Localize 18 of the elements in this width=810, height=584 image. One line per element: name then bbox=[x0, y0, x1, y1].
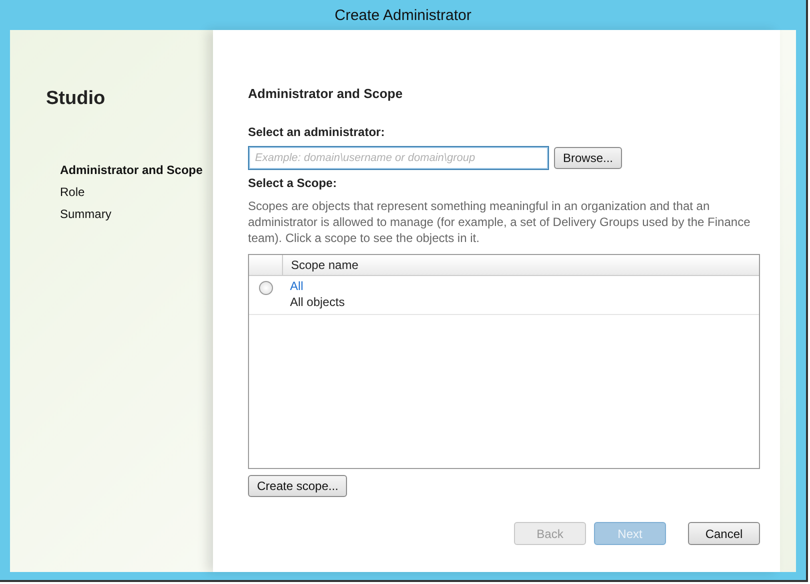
scope-name-link[interactable]: All bbox=[290, 278, 345, 294]
wizard-step[interactable]: Administrator and Scope bbox=[60, 163, 213, 177]
wizard-button[interactable]: Cancel bbox=[688, 522, 760, 545]
section-label: Select a Scope: bbox=[248, 176, 338, 190]
scope-description-text: All objects bbox=[290, 294, 345, 310]
field-label: Select an administrator: bbox=[248, 125, 386, 139]
scope-description: Scopes are objects that represent something meaningful in an organization and that an administrator is allowed to manage (for example, a set of Delivery Groups used by the Finance team). Click a scope to see the objects in it. bbox=[248, 198, 752, 246]
wizard-step[interactable]: Role bbox=[60, 185, 213, 199]
scope-row[interactable]: All All objects bbox=[249, 276, 759, 315]
create-scope-button[interactable]: Create scope... bbox=[248, 475, 348, 497]
wizard-step[interactable]: Summary bbox=[60, 207, 213, 221]
page-heading: Administrator and Scope bbox=[248, 86, 404, 101]
window-title: Create Administrator bbox=[334, 6, 472, 24]
sidebar-title: Studio bbox=[46, 88, 106, 110]
administrator-input[interactable]: Example: domain\username or domain\group bbox=[248, 146, 549, 170]
browse-button[interactable]: Browse... bbox=[554, 147, 622, 169]
radio-button[interactable] bbox=[259, 281, 273, 295]
column-header[interactable]: Scope name bbox=[283, 255, 366, 275]
